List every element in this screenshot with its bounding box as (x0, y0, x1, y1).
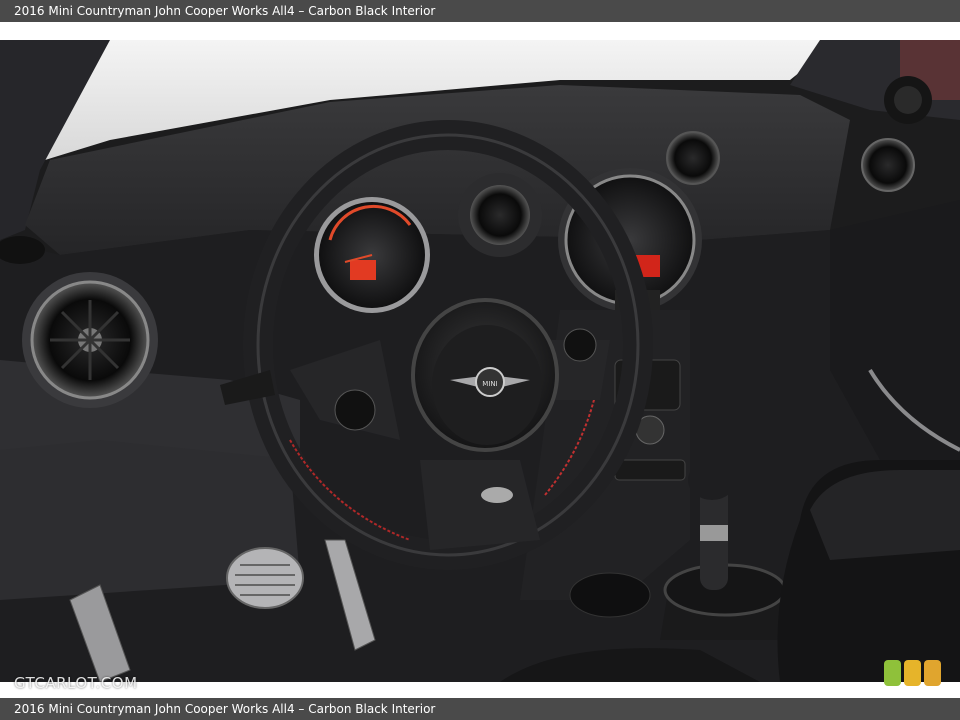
caption-bar-top: 2016 Mini Countryman John Cooper Works A… (0, 0, 960, 22)
cupholder (569, 572, 651, 618)
right-air-vent (861, 138, 915, 192)
door-speaker (884, 76, 932, 124)
left-spoke-buttons (334, 389, 376, 431)
interior-photo: MINI (0, 40, 960, 682)
rating-block-2 (904, 660, 921, 686)
rating-block-1 (884, 660, 901, 686)
rating-block-3 (924, 660, 941, 686)
center-air-vent-left (458, 173, 542, 257)
center-air-vent-top (666, 131, 720, 185)
rating-indicator (884, 660, 941, 686)
tachometer-gauge (314, 197, 430, 313)
mini-badge-text: MINI (482, 380, 497, 388)
left-air-vent (22, 272, 158, 408)
caption-bar-bottom: 2016 Mini Countryman John Cooper Works A… (0, 698, 960, 720)
photo-title: 2016 Mini Countryman John Cooper Works A… (14, 4, 436, 18)
photo-caption: 2016 Mini Countryman John Cooper Works A… (14, 702, 436, 716)
right-spoke-buttons (563, 328, 597, 362)
brake-pedal (226, 547, 304, 609)
watermark: GTCARLOT.COM (14, 674, 138, 692)
